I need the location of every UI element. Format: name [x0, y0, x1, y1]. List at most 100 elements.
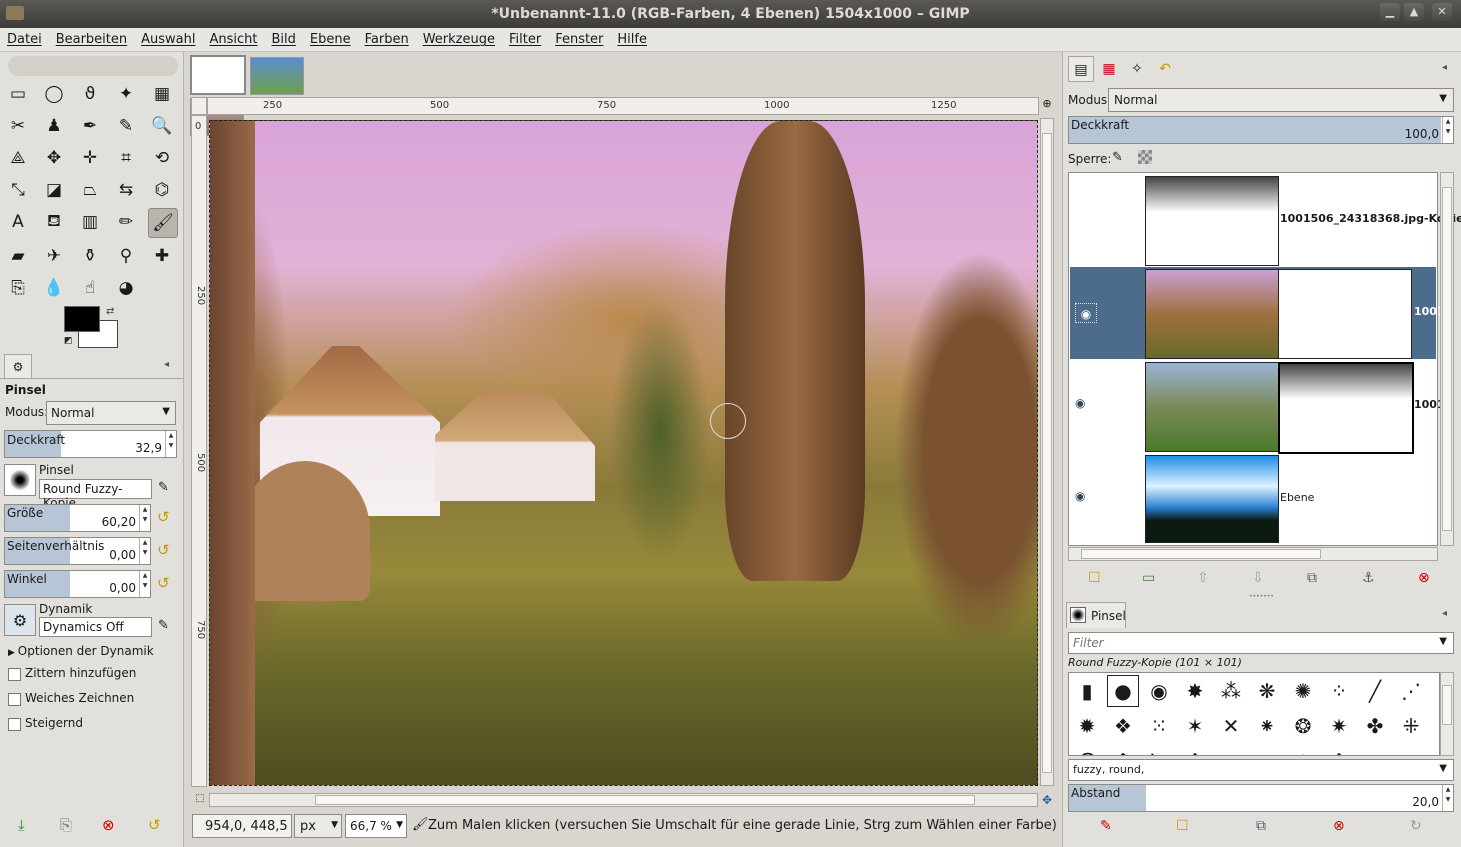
- layers-horizontal-scrollbar[interactable]: [1068, 547, 1438, 561]
- perspective-clone-icon[interactable]: ⎘: [4, 274, 32, 302]
- brush-swatch[interactable]: ✻: [1179, 745, 1211, 755]
- horizontal-scrollbar[interactable]: [209, 793, 1038, 807]
- brush-swatch[interactable]: ✷: [1323, 710, 1355, 742]
- brush-swatch[interactable]: ●: [1107, 675, 1139, 707]
- eye-icon[interactable]: ◉: [1075, 303, 1097, 323]
- quick-mask-icon[interactable]: ⬚: [193, 793, 207, 807]
- blur-icon[interactable]: 💧: [40, 274, 68, 302]
- move-icon[interactable]: ✥: [40, 144, 68, 172]
- layers-vertical-scrollbar[interactable]: [1440, 172, 1454, 546]
- eye-icon[interactable]: ◉: [1075, 396, 1085, 410]
- rect-select-icon[interactable]: ▭: [4, 80, 32, 108]
- brush-filter-field[interactable]: ▼: [1068, 632, 1454, 654]
- default-colors-icon[interactable]: ◩: [64, 336, 73, 346]
- lock-pixels-icon[interactable]: ✎: [1112, 150, 1123, 165]
- vertical-scroll-thumb[interactable]: [1042, 133, 1052, 773]
- menu-ebene[interactable]: Ebene: [303, 28, 358, 52]
- brush-swatch[interactable]: ✽: [1107, 745, 1139, 755]
- brush-preview-button[interactable]: [4, 464, 36, 496]
- blend-icon[interactable]: ▥: [76, 208, 104, 236]
- brush-swatch[interactable]: ⁖: [1251, 745, 1283, 755]
- rotate-icon[interactable]: ⟲: [148, 144, 176, 172]
- zoom-on-resize-icon[interactable]: ⊕: [1040, 97, 1054, 115]
- dynamics-button[interactable]: ⚙: [4, 604, 36, 636]
- ruler-corner-icon[interactable]: [191, 97, 207, 115]
- brush-swatch[interactable]: ⁂: [1215, 675, 1247, 707]
- text-icon[interactable]: A: [4, 208, 32, 236]
- horizontal-ruler[interactable]: 250 500 750 1000 1250: [207, 97, 1039, 115]
- free-select-icon[interactable]: ϑ: [76, 80, 104, 108]
- panel-menu-icon[interactable]: ◂: [1442, 608, 1447, 619]
- brush-swatch[interactable]: ❖: [1107, 710, 1139, 742]
- dynamics-field[interactable]: Dynamics Off: [39, 617, 152, 637]
- brush-swatch[interactable]: ⁘: [1323, 675, 1355, 707]
- paintbrush-icon[interactable]: 🖌: [148, 208, 178, 238]
- restore-options-icon[interactable]: ⎘: [60, 816, 72, 834]
- crop-icon[interactable]: ⌗: [112, 144, 140, 172]
- angle-slider[interactable]: Winkel 0,00 ▲ ▼: [4, 570, 151, 598]
- airbrush-icon[interactable]: ✈: [40, 242, 68, 270]
- raise-layer-icon[interactable]: ⇧: [1197, 570, 1209, 586]
- menu-ansicht[interactable]: Ansicht: [202, 28, 264, 52]
- menu-filter[interactable]: Filter: [502, 28, 548, 52]
- channels-tab-icon[interactable]: ▦: [1096, 56, 1122, 82]
- aspect-slider[interactable]: Seitenverhältnis 0,00 ▲ ▼: [4, 537, 151, 565]
- reset-aspect-icon[interactable]: ↺: [157, 541, 170, 559]
- reset-size-icon[interactable]: ↺: [157, 508, 170, 526]
- paths-tab-icon[interactable]: ✧: [1124, 56, 1150, 82]
- brush-swatch[interactable]: G: [1071, 745, 1103, 755]
- reset-angle-icon[interactable]: ↺: [157, 574, 170, 592]
- brush-swatch[interactable]: ⁜: [1395, 710, 1427, 742]
- unit-select[interactable]: px ▼: [294, 814, 342, 838]
- brush-grid-scrollbar[interactable]: [1440, 672, 1454, 756]
- panel-menu-icon[interactable]: ◂: [164, 359, 169, 370]
- size-slider[interactable]: Größe 60,20 ▲ ▼: [4, 504, 151, 532]
- vertical-ruler[interactable]: 0 250 500 750: [191, 115, 207, 787]
- undo-history-tab-icon[interactable]: ↶: [1152, 56, 1178, 82]
- navigate-icon[interactable]: ✥: [1040, 793, 1054, 807]
- new-brush-icon[interactable]: ☐: [1176, 818, 1189, 834]
- layer-row-selected[interactable]: ◉ 1001: [1070, 267, 1445, 359]
- layer-opacity-spin-icon[interactable]: ▲ ▼: [1442, 117, 1453, 143]
- image-tab-blank[interactable]: [190, 55, 246, 95]
- eraser-icon[interactable]: ▰: [4, 242, 32, 270]
- brush-name-field[interactable]: Round Fuzzy-Kopie: [39, 479, 152, 510]
- menu-farben[interactable]: Farben: [358, 28, 416, 52]
- save-options-icon[interactable]: ⤓: [18, 816, 25, 834]
- maximize-button[interactable]: ▲: [1404, 3, 1424, 21]
- scissors-icon[interactable]: ✂: [4, 112, 32, 140]
- brush-swatch[interactable]: ❋: [1251, 675, 1283, 707]
- brush-spacing-spin-icon[interactable]: ▲ ▼: [1442, 785, 1453, 811]
- aspect-spin-icon[interactable]: ▲ ▼: [139, 538, 150, 564]
- tool-options-tab-icon[interactable]: ⚙: [4, 354, 32, 378]
- opacity-slider[interactable]: Deckkraft 32,9 ▲ ▼: [4, 430, 177, 458]
- horizontal-scroll-thumb[interactable]: [315, 795, 975, 805]
- align-icon[interactable]: ✛: [76, 144, 104, 172]
- flip-icon[interactable]: ⇆: [112, 176, 140, 204]
- delete-brush-icon[interactable]: ⊗: [1333, 818, 1345, 834]
- layer-row-ebene[interactable]: ◉ Ebene: [1070, 453, 1436, 543]
- pencil-icon[interactable]: ✏: [112, 208, 140, 236]
- menu-auswahl[interactable]: Auswahl: [134, 28, 202, 52]
- brush-spacing-slider[interactable]: Abstand 20,0 ▲ ▼: [1068, 784, 1454, 812]
- edit-dynamics-icon[interactable]: ✎: [158, 618, 169, 633]
- scale-icon[interactable]: ⤡: [4, 176, 32, 204]
- cage-icon[interactable]: ⌬: [148, 176, 176, 204]
- measure-icon[interactable]: ⟁: [4, 144, 32, 172]
- layer-row-original[interactable]: ◉ 1001: [1070, 360, 1445, 454]
- brush-swatch[interactable]: ⚫: [1215, 745, 1247, 755]
- brush-swatch[interactable]: ✸: [1179, 675, 1211, 707]
- color-picker-icon[interactable]: ✎: [112, 112, 140, 140]
- brush-swatch[interactable]: ⁕: [1251, 710, 1283, 742]
- brush-swatch[interactable]: ⋱: [1143, 745, 1175, 755]
- paths-icon[interactable]: ✒: [76, 112, 104, 140]
- close-button[interactable]: ✕: [1432, 3, 1452, 21]
- brush-swatch[interactable]: ✶: [1179, 710, 1211, 742]
- layers-scroll-thumb[interactable]: [1442, 187, 1452, 531]
- brush-swatch[interactable]: ⁙: [1143, 710, 1175, 742]
- jitter-checkbox[interactable]: [8, 668, 21, 681]
- brush-swatch[interactable]: ⋰: [1395, 675, 1427, 707]
- brush-swatch[interactable]: ✕: [1215, 710, 1247, 742]
- incremental-checkbox[interactable]: [8, 718, 21, 731]
- anchor-layer-icon[interactable]: ⚓: [1362, 570, 1375, 586]
